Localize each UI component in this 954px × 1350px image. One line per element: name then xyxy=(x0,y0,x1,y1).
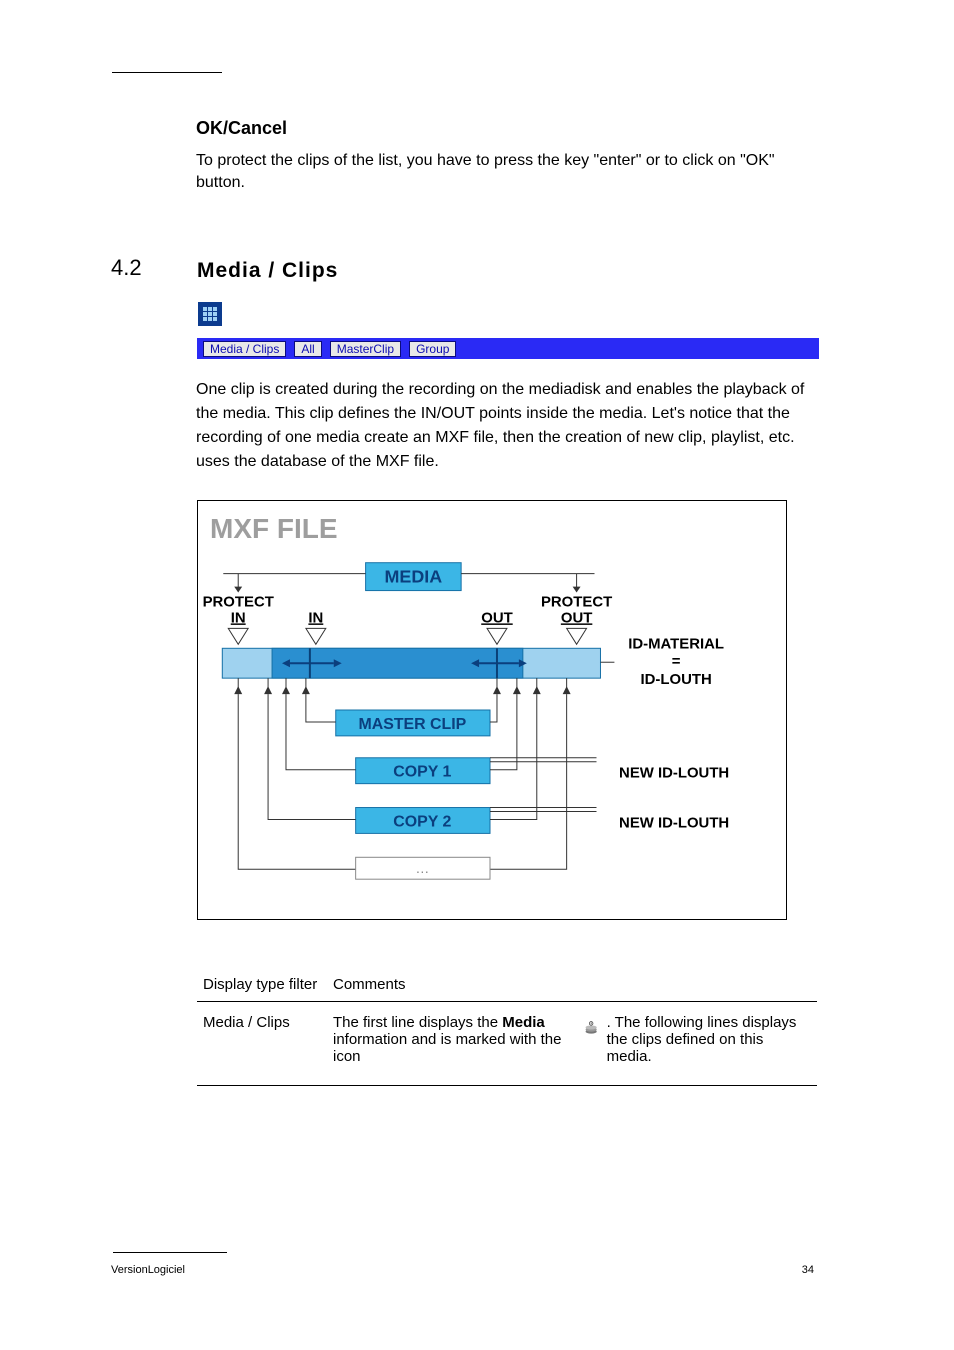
footer-rule xyxy=(113,1252,227,1253)
svg-text:ID-LOUTH: ID-LOUTH xyxy=(641,671,712,688)
svg-text:PROTECT: PROTECT xyxy=(541,593,612,610)
filter-table: Display type filter Comments Media / Cli… xyxy=(197,968,817,1086)
svg-text:COPY 2: COPY 2 xyxy=(393,813,451,830)
heading-mediaclips: Media / Clips xyxy=(197,259,338,283)
cell-filter: Media / Clips xyxy=(197,1002,327,1086)
comment-bold: Media xyxy=(502,1014,545,1031)
comment-before: The first line displays the xyxy=(333,1014,502,1031)
text-okcancel: To protect the clips of the list, you ha… xyxy=(196,150,816,194)
svg-text:NEW ID-LOUTH: NEW ID-LOUTH xyxy=(619,765,729,782)
dots-grid-icon xyxy=(203,307,217,321)
grid-icon[interactable] xyxy=(198,302,222,326)
stack-icon xyxy=(584,1014,598,1042)
svg-text:PROTECT: PROTECT xyxy=(203,593,274,610)
toolbar-btn-masterclip[interactable]: MasterClip xyxy=(330,341,401,357)
comment-after: information and is marked with the icon xyxy=(333,1031,561,1065)
toolbar: Media / Clips All MasterClip Group xyxy=(197,338,819,359)
mxf-diagram: MXF FILE MEDIA PROTECT IN PROTECT OUT IN… xyxy=(197,500,787,920)
page-number: 34 xyxy=(802,1264,814,1276)
svg-text:MEDIA: MEDIA xyxy=(385,567,443,587)
svg-text:OUT: OUT xyxy=(481,609,512,626)
intro-text: One clip is created during the recording… xyxy=(196,378,816,474)
comment-tail: . The following lines displays the clips… xyxy=(607,1014,811,1065)
section-number: 4.2 xyxy=(111,255,142,281)
toolbar-btn-media-clips[interactable]: Media / Clips xyxy=(203,341,286,357)
svg-text:=: = xyxy=(672,653,681,670)
svg-text:OUT: OUT xyxy=(561,609,592,626)
footer-left: VersionLogiciel xyxy=(111,1264,185,1276)
svg-text:IN: IN xyxy=(308,609,323,626)
svg-text:IN: IN xyxy=(231,609,246,626)
heading-okcancel: OK/Cancel xyxy=(196,118,287,139)
diagram-svg: MEDIA PROTECT IN PROTECT OUT IN OUT xyxy=(198,501,786,919)
toolbar-btn-group[interactable]: Group xyxy=(409,341,456,357)
toolbar-btn-all[interactable]: All xyxy=(294,341,321,357)
th-comments: Comments xyxy=(327,968,817,1002)
top-rule xyxy=(112,72,222,73)
svg-text:COPY 1: COPY 1 xyxy=(393,764,451,781)
svg-text:MASTER CLIP: MASTER CLIP xyxy=(358,716,466,733)
svg-text:ID-MATERIAL: ID-MATERIAL xyxy=(628,635,724,652)
th-filter: Display type filter xyxy=(197,968,327,1002)
svg-text:…: … xyxy=(415,860,429,876)
cell-comment: The first line displays the Media inform… xyxy=(327,1002,817,1086)
table-row: Media / Clips The first line displays th… xyxy=(197,1002,817,1086)
svg-text:NEW ID-LOUTH: NEW ID-LOUTH xyxy=(619,814,729,831)
